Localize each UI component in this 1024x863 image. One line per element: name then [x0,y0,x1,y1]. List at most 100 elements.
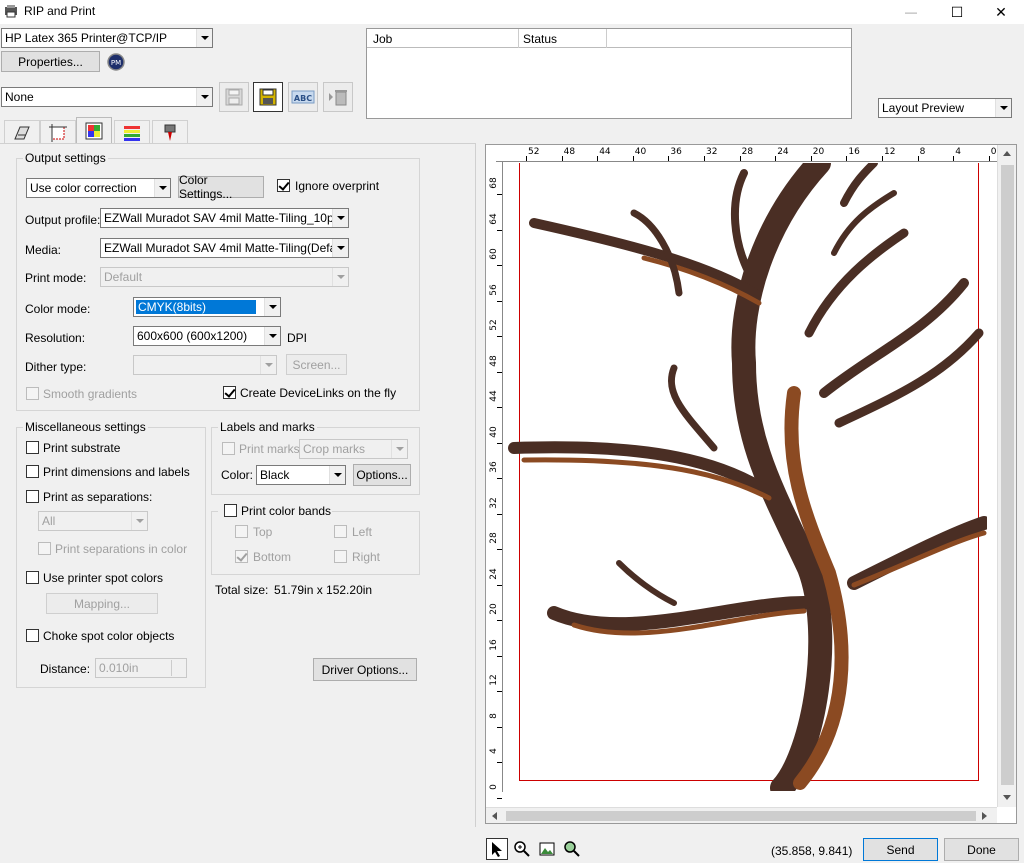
printer-select[interactable]: HP Latex 365 Printer@TCP/IP [1,28,213,48]
ruler-tick-mark [497,229,502,231]
print-substrate-checkbox[interactable] [26,441,39,454]
tab-cutter[interactable] [152,120,188,144]
tab-color-bars[interactable] [114,120,150,144]
hscrollbar-thumb[interactable] [506,811,976,821]
print-color-bands-checkbox[interactable] [224,504,237,517]
abc-icon: ABC [291,90,315,104]
maximize-button[interactable]: ☐ [934,0,980,24]
choke-spot-checkbox[interactable] [26,629,39,642]
ignore-overprint-checkbox[interactable] [277,179,290,192]
vertical-scrollbar[interactable] [997,145,1016,807]
color-correction-value: Use color correction [30,181,137,195]
zoom-tool-button[interactable] [511,838,533,860]
resolution-select[interactable]: 600x600 (600x1200) [133,326,281,346]
minimize-button[interactable]: — [888,0,934,24]
print-marks-select: Crop marks [299,439,408,459]
ruler-tick-label: 16 [489,638,499,651]
tab-color[interactable] [76,117,112,144]
printer-page-icon [14,126,30,139]
ruler-tick-mark [497,407,502,408]
ruler-tick-label: 48 [489,354,499,367]
horizontal-scrollbar[interactable] [486,807,997,823]
create-devicelinks-checkbox[interactable] [223,386,236,399]
driver-options-label: Driver Options... [321,662,409,677]
chevron-down-icon [154,179,170,197]
zoom-fit-button[interactable] [561,838,583,860]
media-select[interactable]: EZWall Muradot SAV 4mil Matte-Tiling(Def… [100,238,349,258]
output-settings-title: Output settings [23,151,108,165]
print-dimensions-checkbox[interactable] [26,465,39,478]
save-preset-button[interactable] [219,82,249,112]
app-icon [4,4,18,18]
ruler-tick-mark [497,620,502,621]
preview-mode-select[interactable]: Layout Preview [878,98,1012,118]
delete-preset-button[interactable] [323,82,353,112]
fit-image-button[interactable] [536,838,558,860]
ruler-tick-mark [497,797,502,799]
output-profile-select[interactable]: EZWall Muradot SAV 4mil Matte-Tiling_10p… [100,208,349,228]
save-icon [259,88,277,106]
preview-mode-value: Layout Preview [882,101,965,115]
ruler-tick-label: 32 [489,496,499,509]
ruler-tick-label: 36 [489,461,499,473]
column-header-status[interactable]: Status [519,29,607,48]
title-bar: RIP and Print — ☐ ✕ [0,0,1024,24]
cursor-coordinates: (35.858, 9.841) [771,844,853,858]
choke-spot-label: Choke spot color objects [43,629,175,643]
tab-general[interactable] [4,120,40,144]
preset-select[interactable]: None [1,87,213,107]
color-image-icon [85,122,103,140]
color-bars-icon [124,125,140,141]
ruler-tick-label: 24 [489,567,499,580]
maximize-icon: ☐ [950,3,964,20]
column-header-job[interactable]: Job [367,29,519,48]
save-as-preset-button[interactable] [253,82,283,112]
driver-options-button[interactable]: Driver Options... [313,658,417,681]
ruler-tick-label: 56 [489,283,499,296]
marks-options-button[interactable]: Options... [353,464,411,486]
screen-button-label: Screen... [292,357,341,372]
color-correction-select[interactable]: Use color correction [26,178,171,198]
ignore-overprint-label: Ignore overprint [295,179,380,193]
chevron-down-icon [264,298,280,316]
separations-in-color-checkbox [38,542,51,555]
close-button[interactable]: ✕ [978,0,1024,24]
print-canvas[interactable] [504,163,987,791]
use-spot-colors-checkbox[interactable] [26,571,39,584]
smooth-gradients-label: Smooth gradients [43,387,138,401]
properties-button[interactable]: Properties... [1,51,100,72]
print-separations-checkbox[interactable] [26,490,39,503]
scroll-right-icon[interactable] [982,812,987,820]
scroll-left-icon[interactable] [492,812,497,820]
scroll-up-icon[interactable] [1003,151,1011,156]
color-mode-select[interactable]: CMYK(8bits) [133,297,281,317]
select-tool-button[interactable] [486,838,508,860]
rename-preset-button[interactable]: ABC [288,82,318,112]
layout-preview[interactable]: 52 48 44 40 36 32 28 24 20 16 12 8 4 0 68 64 60 56 52 48 44… [485,144,1017,824]
band-top-checkbox [235,525,248,538]
media-value: EZWall Muradot SAV 4mil Matte-Tiling(Def… [104,241,349,255]
send-button[interactable]: Send [863,838,938,861]
marks-color-select[interactable]: Black [256,465,346,485]
distance-field: 0.010in [95,658,187,678]
chevron-down-icon [196,88,212,106]
close-icon: ✕ [995,3,1007,20]
printer-manager-icon[interactable]: PM [106,52,126,72]
scroll-down-icon[interactable] [1003,795,1011,800]
tab-layout[interactable] [40,120,76,144]
band-left-checkbox [334,525,347,538]
color-settings-button[interactable]: Color Settings... [178,173,264,201]
color-mode-label: Color mode: [25,302,91,316]
scrollbar-thumb[interactable] [1001,165,1014,785]
screen-button: Screen... [286,354,347,375]
ruler-tick-label: 20 [812,147,825,157]
cutter-tool-icon [164,124,176,141]
ruler-tick-mark [739,156,741,161]
color-bands-group [211,511,420,575]
job-list[interactable]: Job Status [366,28,852,119]
ruler-tick-mark [497,478,502,479]
done-button[interactable]: Done [944,838,1019,861]
ruler-tick-mark [846,156,848,161]
chevron-down-icon [260,356,276,374]
ruler-tick-mark [497,549,502,550]
